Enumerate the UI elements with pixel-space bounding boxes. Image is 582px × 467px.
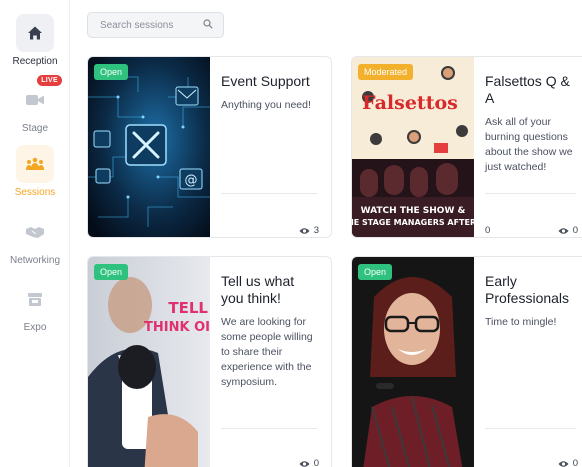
live-badge: LIVE [37, 75, 62, 86]
session-info: Falsettos Q & A Ask all of your burning … [485, 73, 578, 237]
session-footer: 0 0 [485, 225, 578, 236]
image-text-line1: TELL [168, 299, 208, 317]
viewer-count: 0 [558, 225, 578, 236]
booth-icon [16, 280, 54, 318]
session-card[interactable]: TELL THINK OI Open Tell us what you thin… [87, 256, 332, 467]
search-box[interactable] [87, 12, 224, 38]
sidebar-item-label: Stage [21, 123, 49, 134]
session-description: We are looking for some people willing t… [221, 316, 313, 388]
image-text-line2: THINK OI [144, 320, 210, 335]
divider [221, 428, 317, 429]
session-count: 0 [485, 225, 491, 236]
session-card[interactable]: Open Early Professionals Time to mingle!… [351, 256, 582, 467]
session-footer: 0 [221, 458, 319, 467]
session-title[interactable]: Falsettos Q & A [485, 73, 578, 107]
status-badge: Open [94, 264, 129, 280]
home-icon [16, 14, 54, 52]
viewer-count: 0 [558, 458, 578, 467]
status-badge: Moderated [358, 64, 414, 80]
sidebar-item-reception[interactable]: Reception [0, 14, 70, 67]
session-thumbnail: Open [352, 257, 474, 467]
video-camera-icon: LIVE [16, 75, 62, 119]
poster-title: Falsettos [362, 92, 458, 114]
divider [221, 193, 317, 194]
session-description: Anything you need! [221, 99, 311, 111]
session-title[interactable]: Event Support [221, 73, 319, 90]
people-group-icon [16, 145, 54, 183]
sidebar: Reception LIVE Stage Sessions Networking… [0, 0, 70, 467]
viewer-count: 3 [299, 225, 319, 236]
viewer-count-value: 3 [313, 225, 319, 236]
svg-text:@: @ [185, 173, 198, 188]
viewer-count-value: 0 [572, 458, 578, 467]
status-badge: Open [358, 264, 393, 280]
eye-icon [558, 227, 569, 234]
sidebar-item-expo[interactable]: Expo [0, 280, 70, 333]
session-footer: 0 [485, 458, 578, 467]
poster-banner-line2: THE STAGE MANAGERS AFTER F [352, 218, 474, 227]
sidebar-item-label: Sessions [14, 187, 56, 198]
viewer-count-value: 0 [313, 458, 319, 467]
falsettos-poster-image: Falsettos WATCH THE SHOW & THE STAGE MAN… [352, 57, 474, 237]
viewer-count: 0 [299, 458, 319, 467]
session-description: Ask all of your burning questions about … [485, 116, 573, 173]
sidebar-item-label: Reception [12, 56, 58, 67]
status-badge: Open [94, 64, 129, 80]
circuit-tech-image: @ [88, 57, 210, 237]
session-thumbnail: TELL THINK OI Open [88, 257, 210, 467]
sidebar-item-label: Networking [9, 255, 61, 266]
eye-icon [299, 227, 310, 234]
eye-icon [558, 460, 569, 467]
search-icon[interactable] [203, 16, 213, 34]
divider [485, 428, 576, 429]
session-card[interactable]: @ Open Event Support Anything you need! … [87, 56, 332, 238]
session-thumbnail: @ Open [88, 57, 210, 237]
session-footer: 3 [221, 225, 319, 236]
sidebar-item-sessions[interactable]: Sessions [0, 145, 70, 198]
poster-banner-line1: WATCH THE SHOW & [361, 206, 466, 216]
session-description: Time to mingle! [485, 316, 557, 328]
microphone-interview-image: TELL THINK OI [88, 257, 210, 467]
session-info: Early Professionals Time to mingle! 0 [485, 273, 578, 467]
search-input[interactable] [100, 19, 203, 31]
sidebar-item-label: Expo [23, 322, 47, 333]
session-title[interactable]: Early Professionals [485, 273, 578, 307]
session-info: Event Support Anything you need! 3 [221, 73, 319, 237]
session-info: Tell us what you think! We are looking f… [221, 273, 319, 467]
eye-icon [299, 460, 310, 467]
session-card[interactable]: Falsettos WATCH THE SHOW & THE STAGE MAN… [351, 56, 582, 238]
smiling-woman-image [352, 257, 474, 467]
divider [485, 193, 576, 194]
handshake-icon [16, 213, 54, 251]
session-thumbnail: Falsettos WATCH THE SHOW & THE STAGE MAN… [352, 57, 474, 237]
viewer-count-value: 0 [572, 225, 578, 236]
sidebar-item-networking[interactable]: Networking [0, 213, 70, 266]
session-title[interactable]: Tell us what you think! [221, 273, 319, 307]
sidebar-item-stage[interactable]: LIVE Stage [0, 75, 70, 134]
